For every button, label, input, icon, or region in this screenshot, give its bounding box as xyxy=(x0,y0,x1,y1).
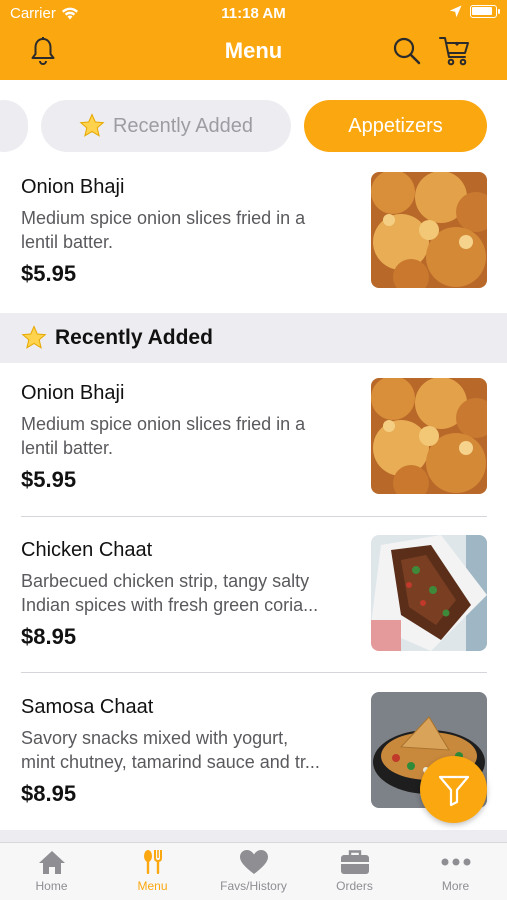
filter-icon xyxy=(438,775,469,806)
filter-button[interactable] xyxy=(420,756,487,823)
item-name: Onion Bhaji xyxy=(21,176,125,198)
tab-more[interactable]: More xyxy=(405,849,506,899)
tab-favs-history[interactable]: Favs/History xyxy=(203,849,304,899)
briefcase-icon xyxy=(340,850,369,874)
chip-appetizers[interactable]: Appetizers xyxy=(304,100,487,152)
ellipsis-icon xyxy=(441,858,470,866)
category-chips: Recently Added Appetizers xyxy=(0,80,507,172)
home-icon xyxy=(38,851,65,874)
search-icon xyxy=(393,37,421,65)
item-description-line: Barbecued chicken strip, tangy salty xyxy=(21,571,310,591)
item-name: Onion Bhaji xyxy=(21,382,125,404)
item-description-line: Savory snacks mixed with yogurt, xyxy=(21,728,289,748)
item-price: $8.95 xyxy=(21,624,77,649)
menu-item[interactable]: Chicken Chaat Barbecued chicken strip, t… xyxy=(0,535,507,675)
item-photo xyxy=(371,172,487,288)
tab-home[interactable]: Home xyxy=(1,849,102,899)
section-header-recently-added: Recently Added xyxy=(0,313,507,363)
item-price: $5.95 xyxy=(21,467,77,492)
chip-label: Appetizers xyxy=(348,114,443,137)
chip-partial[interactable] xyxy=(0,100,28,152)
section-title: Recently Added xyxy=(55,326,213,349)
item-description-line: mint chutney, tamarind sauce and tr... xyxy=(21,752,320,772)
item-name: Samosa Chaat xyxy=(21,696,154,718)
star-icon xyxy=(21,325,47,349)
item-divider xyxy=(21,516,487,517)
chip-label: Recently Added xyxy=(112,114,254,137)
status-right xyxy=(449,5,500,18)
item-description: Barbecued chicken strip, tangy salty Ind… xyxy=(21,569,361,617)
item-photo xyxy=(371,535,487,651)
page-title: Menu xyxy=(224,38,283,63)
menu-item[interactable]: Onion Bhaji Medium spice onion slices fr… xyxy=(0,172,507,312)
star-icon xyxy=(79,113,105,137)
battery-icon xyxy=(470,5,500,18)
tab-label: Menu xyxy=(137,879,168,893)
tab-label: Orders xyxy=(336,879,373,893)
tab-menu[interactable]: Menu xyxy=(102,849,203,899)
cart-button[interactable] xyxy=(438,34,472,68)
search-button[interactable] xyxy=(390,34,424,68)
item-name: Chicken Chaat xyxy=(21,539,153,561)
tab-orders[interactable]: Orders xyxy=(304,849,405,899)
heart-icon xyxy=(239,850,268,874)
item-description: Medium spice onion slices fried in a len… xyxy=(21,206,361,254)
chip-recently-added[interactable]: Recently Added xyxy=(41,100,291,152)
location-arrow-icon xyxy=(449,5,462,18)
item-description: Medium spice onion slices fried in a len… xyxy=(21,412,361,460)
item-description: Savory snacks mixed with yogurt, mint ch… xyxy=(21,726,361,774)
item-description-line: lentil batter. xyxy=(21,438,114,458)
item-description-line: Medium spice onion slices fried in a xyxy=(21,414,306,434)
list-footer-separator xyxy=(0,830,507,842)
fork-spoon-icon xyxy=(143,850,162,874)
tab-label: More xyxy=(441,879,470,893)
status-time: 11:18 AM xyxy=(221,5,286,22)
item-photo xyxy=(371,378,487,494)
item-description-line: Indian spices with fresh green coria... xyxy=(21,595,319,615)
tab-bar: Home Menu Favs/History Orders More xyxy=(0,842,507,900)
nav-bar: Carrier 11:18 AM Menu xyxy=(0,0,507,80)
item-description-line: lentil batter. xyxy=(21,232,114,252)
item-price: $8.95 xyxy=(21,781,77,806)
item-divider xyxy=(21,672,487,673)
tab-label: Favs/History xyxy=(220,879,287,893)
cart-icon xyxy=(439,37,469,66)
menu-item[interactable]: Onion Bhaji Medium spice onion slices fr… xyxy=(0,378,507,518)
tab-label: Home xyxy=(35,879,68,893)
item-price: $5.95 xyxy=(21,261,77,286)
item-description-line: Medium spice onion slices fried in a xyxy=(21,208,306,228)
status-bar: Carrier 11:18 AM xyxy=(0,0,507,28)
